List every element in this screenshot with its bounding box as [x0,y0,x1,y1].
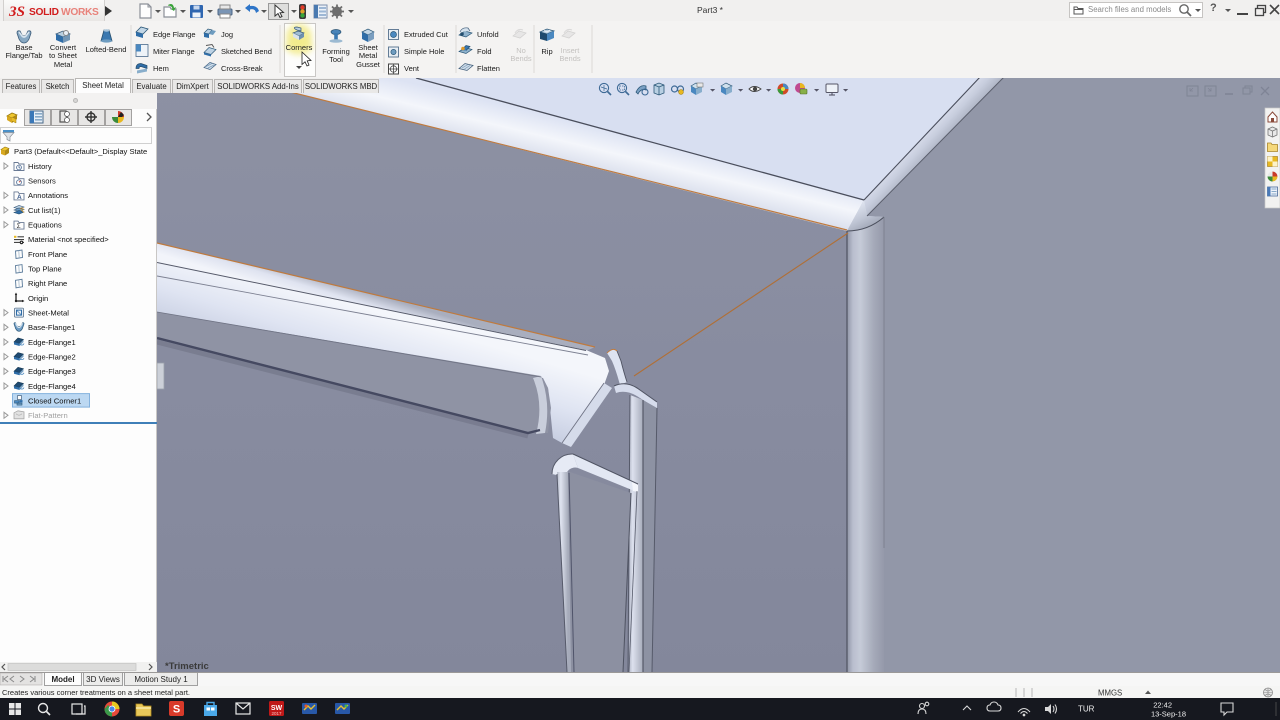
svg-text:Corners: Corners [286,43,313,52]
svg-text:Right Plane: Right Plane [28,279,67,288]
svg-text:2017: 2017 [271,711,282,716]
svg-text:TUR: TUR [1078,705,1095,714]
svg-text:22:42: 22:42 [1153,701,1172,710]
svg-text:Edge-Flange1: Edge-Flange1 [28,338,76,347]
svg-text:Part3 (Default<<Default>_Disp: Part3 (Default<<Default>_Display State [14,147,147,156]
svg-text:Cut list(1): Cut list(1) [28,206,61,215]
svg-text:Material <not specified>: Material <not specified> [28,235,109,244]
svg-text:*Trimetric: *Trimetric [165,661,209,672]
svg-text:13-Sep-18: 13-Sep-18 [1151,710,1186,719]
svg-text:Σ: Σ [17,223,21,230]
svg-text:Top Plane: Top Plane [28,264,62,273]
svg-text:Base-Flange1: Base-Flange1 [28,323,75,332]
svg-text:Origin: Origin [28,294,48,303]
svg-text:Edge-Flange2: Edge-Flange2 [28,352,76,361]
svg-text:Sensors: Sensors [28,177,56,186]
svg-text:Closed Corner1: Closed Corner1 [28,396,81,405]
svg-text:Annotations: Annotations [28,191,68,200]
svg-text:Edge-Flange3: Edge-Flange3 [28,367,76,376]
svg-text:ЗS: ЗS [8,4,25,20]
svg-text:WORKS: WORKS [61,7,99,18]
svg-text:S: S [173,704,180,716]
svg-text:Sheet-Metal: Sheet-Metal [28,308,69,317]
svg-text:History: History [28,162,52,171]
svg-text:Flat-Pattern: Flat-Pattern [28,411,68,420]
svg-text:Edge-Flange4: Edge-Flange4 [28,382,76,391]
svg-text:Equations: Equations [28,220,62,229]
svg-text:Front Plane: Front Plane [28,250,67,259]
svg-text:SOLID: SOLID [29,7,59,18]
svg-text:MMGS: MMGS [1098,689,1122,698]
svg-text:A: A [17,194,22,201]
